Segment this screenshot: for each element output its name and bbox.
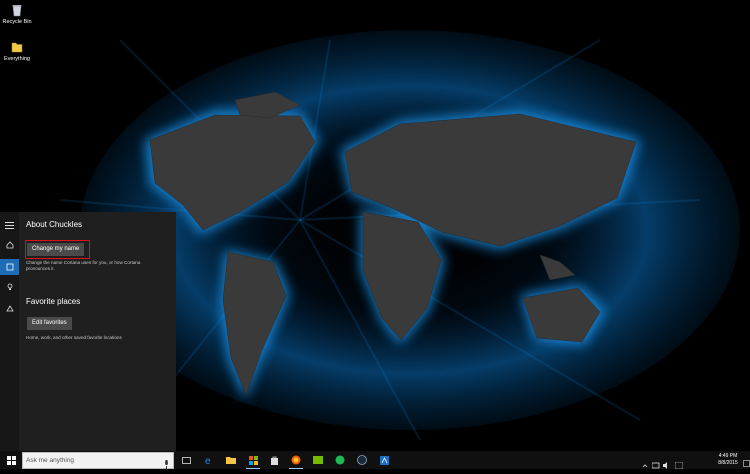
app-icon[interactable] <box>374 451 394 469</box>
taskbar: e 4:49 PM 8/8/2015 <box>0 451 750 470</box>
feedback-icon[interactable] <box>0 301 19 317</box>
shopping-bag-icon[interactable] <box>264 451 284 469</box>
menu-icon[interactable] <box>0 217 19 233</box>
chevron-up-icon[interactable] <box>642 456 648 474</box>
clock[interactable]: 4:49 PM 8/8/2015 <box>714 453 742 466</box>
home-icon[interactable] <box>0 237 19 253</box>
nvidia-icon[interactable] <box>308 451 328 469</box>
notifications-icon[interactable] <box>743 455 750 473</box>
file-explorer-icon[interactable] <box>221 451 241 469</box>
edit-favorites-button[interactable]: Edit favorites <box>27 317 72 330</box>
favorites-description: Home, work, and other saved favorite loc… <box>26 335 122 340</box>
task-view-icon[interactable] <box>176 451 196 469</box>
microphone-icon[interactable] <box>164 456 169 474</box>
start-button[interactable] <box>0 451 22 469</box>
folder-icon <box>10 40 24 54</box>
favorites-heading: Favorite places <box>26 297 81 306</box>
desktop-icon-label: Recycle Bin <box>2 19 32 25</box>
notebook-icon[interactable] <box>0 259 19 275</box>
svg-text:e: e <box>205 456 211 465</box>
system-tray: 4:49 PM 8/8/2015 <box>630 451 750 470</box>
desktop-icon-recycle-bin[interactable]: Recycle Bin <box>0 3 34 25</box>
cortana-rail <box>0 212 19 451</box>
steam-icon[interactable] <box>352 451 372 469</box>
edge-icon[interactable]: e <box>199 451 219 469</box>
store-icon[interactable] <box>243 451 263 469</box>
page-title: About Chuckles <box>26 220 83 229</box>
volume-icon[interactable] <box>663 456 671 474</box>
spotify-icon[interactable] <box>330 451 350 469</box>
windows-logo-icon <box>6 455 16 465</box>
recycle-bin-icon <box>10 3 24 17</box>
language-icon[interactable] <box>674 456 684 474</box>
lightbulb-icon[interactable] <box>0 279 19 295</box>
desktop-icon-everything[interactable]: Everything <box>0 40 34 62</box>
search-box[interactable] <box>22 452 174 469</box>
network-icon[interactable] <box>651 456 660 474</box>
highlight-box <box>25 240 90 259</box>
clock-date: 8/8/2015 <box>718 459 738 466</box>
firefox-icon[interactable] <box>286 451 306 469</box>
desktop-icon-label: Everything <box>4 56 30 62</box>
change-name-description-cont: pronounces it. <box>26 266 55 271</box>
search-input[interactable] <box>26 455 156 466</box>
